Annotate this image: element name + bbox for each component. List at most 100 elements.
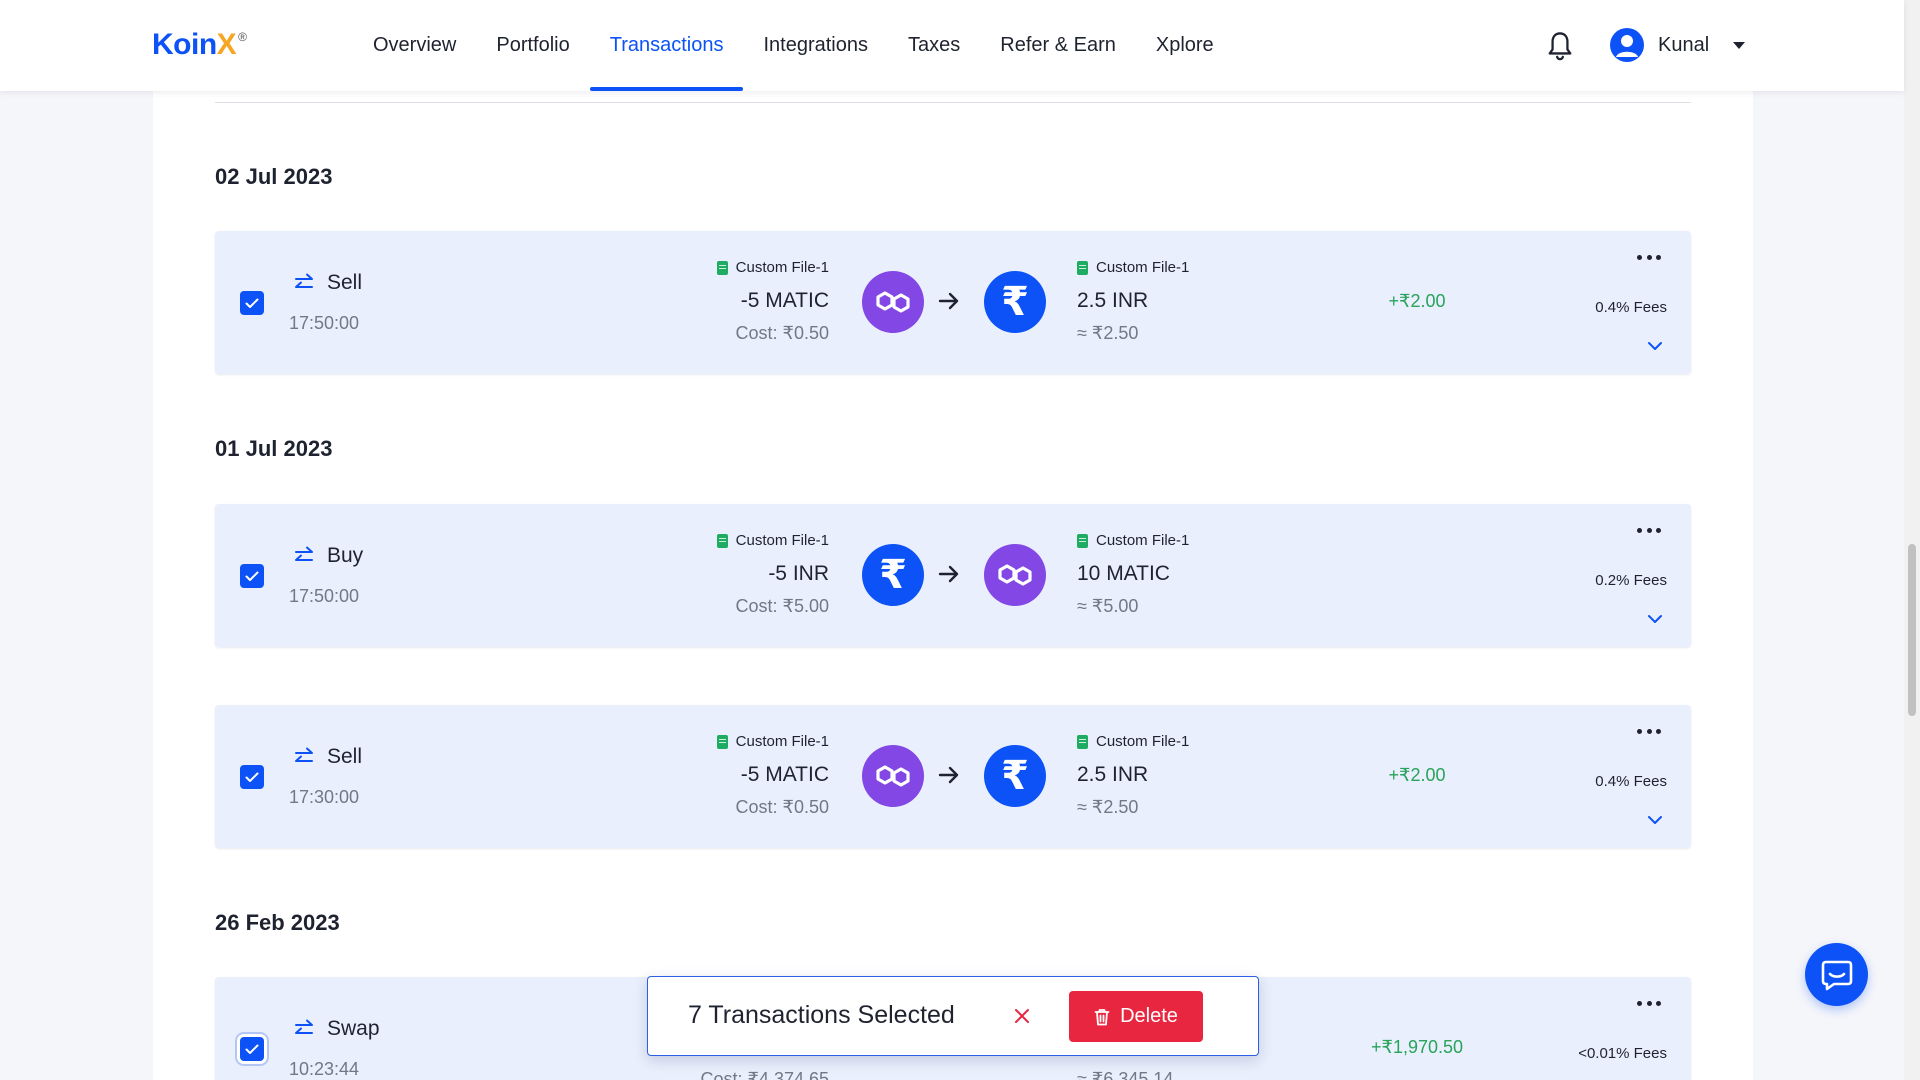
more-options-icon[interactable]: [1637, 1001, 1661, 1007]
nav-item-transactions[interactable]: Transactions: [589, 0, 744, 91]
chevron-down-icon[interactable]: [1647, 815, 1663, 825]
nav-item-portfolio[interactable]: Portfolio: [476, 0, 589, 91]
trash-icon: [1094, 1008, 1110, 1025]
arrow-right-icon: [938, 766, 959, 784]
file-icon: [1077, 533, 1088, 548]
checkmark-icon: [245, 571, 259, 581]
transaction-type-label: Swap: [327, 1017, 380, 1040]
delete-button[interactable]: Delete: [1069, 991, 1203, 1042]
from-amount: -5 MATIC: [740, 289, 829, 312]
arrow-right-icon: [938, 565, 959, 583]
date-heading: 02 Jul 2023: [215, 164, 333, 189]
date-heading: 26 Feb 2023: [215, 910, 340, 935]
swap-arrows-icon: [295, 546, 313, 561]
transaction-row[interactable]: Sell 17:30:00 Custom File-1 -5 MATIC Cos…: [215, 705, 1691, 848]
file-icon: [1077, 734, 1088, 749]
user-menu[interactable]: Kunal: [1610, 26, 1746, 64]
notification-bell-icon[interactable]: [1546, 30, 1574, 62]
chat-support-button[interactable]: [1805, 943, 1868, 1006]
top-navigation-bar: Koin X ® Overview Portfolio Transactions I…: [0, 0, 1904, 91]
from-cost: Cost: ₹0.50: [735, 797, 830, 817]
from-source: Custom File-1: [716, 733, 829, 750]
from-source-label: Custom File-1: [735, 733, 829, 750]
transaction-type-label: Sell: [327, 745, 363, 768]
nav-item-taxes[interactable]: Taxes: [888, 0, 980, 91]
nav-item-overview[interactable]: Overview: [353, 0, 476, 91]
checkmark-icon: [245, 1044, 259, 1054]
section-divider: [215, 102, 1691, 103]
to-source: Custom File-1: [1077, 259, 1189, 276]
row-checkbox[interactable]: [240, 1037, 264, 1061]
checkmark-icon: [245, 772, 259, 782]
gain-amount: +₹1,970.50: [1370, 1037, 1464, 1057]
user-menu-caret-icon[interactable]: [1733, 41, 1746, 49]
transaction-row[interactable]: Buy 17:50:00 Custom File-1 -5 INR Cost: …: [215, 504, 1691, 647]
file-icon: [716, 734, 728, 749]
page-scrollbar-thumb[interactable]: [1908, 544, 1916, 716]
from-source: Custom File-1: [716, 259, 829, 276]
to-amount: 2.5 INR: [1077, 289, 1149, 312]
file-icon: [716, 260, 728, 275]
from-amount: -5 MATIC: [740, 763, 829, 786]
gain-amount: +₹2.00: [1388, 291, 1446, 311]
transaction-time: 17:50:00: [289, 313, 360, 333]
file-icon: [1077, 260, 1088, 275]
rupee-icon: ₹: [984, 271, 1046, 333]
nav-item-refer-earn[interactable]: Refer & Earn: [980, 0, 1136, 91]
transaction-type: Sell: [293, 271, 362, 295]
more-options-icon[interactable]: [1637, 528, 1661, 534]
from-source-label: Custom File-1: [735, 259, 829, 276]
from-source: Custom File-1: [716, 532, 829, 549]
row-checkbox[interactable]: [240, 765, 264, 789]
chevron-down-icon[interactable]: [1647, 341, 1663, 351]
transaction-time: 17:50:00: [289, 586, 360, 606]
to-value: ≈ ₹2.50: [1077, 323, 1139, 343]
transaction-type: Buy: [293, 544, 363, 568]
rupee-icon: ₹: [862, 544, 924, 606]
to-source: Custom File-1: [1077, 733, 1189, 750]
user-avatar-icon: [1610, 28, 1644, 62]
fees-label: <0.01% Fees: [1578, 1045, 1667, 1062]
logo-text-koin: Koin: [152, 28, 217, 61]
from-amount: -5 INR: [768, 562, 829, 585]
page-scrollbar-track[interactable]: [1904, 0, 1920, 1080]
to-value: ≈ ₹2.50: [1077, 797, 1139, 817]
transaction-type: Swap: [293, 1017, 380, 1041]
user-name: Kunal: [1658, 33, 1710, 56]
to-value: ≈ ₹5.00: [1077, 596, 1139, 616]
transaction-time: 17:30:00: [289, 787, 360, 807]
main-nav: Overview Portfolio Transactions Integrat…: [353, 0, 1234, 91]
koinx-logo[interactable]: Koin X ®: [152, 28, 247, 62]
transactions-panel: 02 Jul 2023 Sell 17:50:00 Custom File-1 …: [153, 91, 1753, 1080]
row-checkbox[interactable]: [240, 564, 264, 588]
transaction-time: 10:23:44: [289, 1059, 360, 1079]
checkmark-icon: [245, 298, 259, 308]
fees-label: 0.4% Fees: [1595, 773, 1667, 790]
logo-text-x: X: [216, 28, 237, 61]
more-options-icon[interactable]: [1637, 729, 1661, 735]
date-heading: 01 Jul 2023: [215, 436, 333, 461]
more-options-icon[interactable]: [1637, 255, 1661, 261]
selection-count-text: 7 Transactions Selected: [688, 1001, 955, 1029]
swap-arrows-icon: [295, 273, 313, 288]
delete-button-label: Delete: [1120, 1005, 1178, 1027]
swap-arrows-icon: [295, 747, 313, 762]
chevron-down-icon[interactable]: [1647, 614, 1663, 624]
nav-item-xplore[interactable]: Xplore: [1136, 0, 1234, 91]
row-checkbox[interactable]: [240, 291, 264, 315]
to-amount: 10 MATIC: [1077, 562, 1170, 585]
to-source: Custom File-1: [1077, 532, 1189, 549]
nav-item-integrations[interactable]: Integrations: [743, 0, 888, 91]
logo-registered-mark: ®: [238, 30, 247, 44]
rupee-icon: ₹: [984, 745, 1046, 807]
transaction-type-label: Buy: [327, 544, 364, 567]
from-cost: Cost: ₹0.50: [735, 323, 830, 343]
gain-amount: +₹2.00: [1388, 765, 1446, 785]
transaction-type-label: Sell: [327, 271, 363, 294]
transaction-type: Sell: [293, 745, 362, 769]
selection-action-bar: 7 Transactions Selected Delete: [647, 976, 1259, 1056]
to-value: ≈ ₹6,345.14: [1077, 1069, 1174, 1080]
fees-label: 0.2% Fees: [1595, 572, 1667, 589]
clear-selection-close-icon[interactable]: [1013, 1007, 1031, 1025]
transaction-row[interactable]: Sell 17:50:00 Custom File-1 -5 MATIC Cos…: [215, 231, 1691, 374]
